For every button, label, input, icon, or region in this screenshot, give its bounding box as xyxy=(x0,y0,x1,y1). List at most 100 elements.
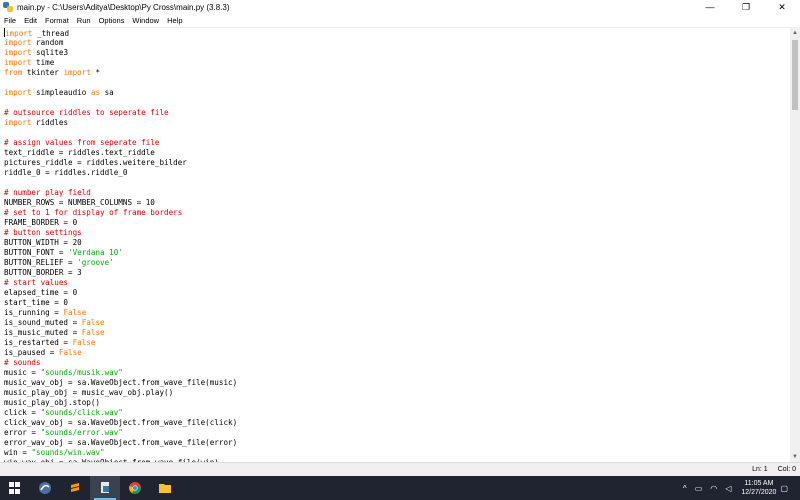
code-line[interactable]: import time xyxy=(4,58,790,68)
code-line[interactable]: # sounds xyxy=(4,358,790,368)
code-line[interactable]: BUTTON_FONT = 'Verdana 10' xyxy=(4,248,790,258)
code-line[interactable]: BUTTON_RELIEF = 'groove' xyxy=(4,258,790,268)
code-line[interactable]: import _thread xyxy=(4,28,790,38)
volume-icon[interactable]: ◁ xyxy=(725,484,731,493)
code-token: # set to 1 for display of frame borders xyxy=(4,208,183,217)
code-token: # button settings xyxy=(4,228,82,237)
maximize-button[interactable]: ❐ xyxy=(728,0,764,14)
code-line[interactable]: import random xyxy=(4,38,790,48)
status-bar: Ln: 1 Col: 0 xyxy=(0,462,800,476)
code-line[interactable]: # set to 1 for display of frame borders xyxy=(4,208,790,218)
code-token: BUTTON_RELIEF = xyxy=(4,258,78,267)
code-token: "sounds/error.wav" xyxy=(40,428,123,437)
menu-window[interactable]: Window xyxy=(128,16,163,25)
menu-format[interactable]: Format xyxy=(41,16,73,25)
code-line[interactable]: is_paused = False xyxy=(4,348,790,358)
code-line[interactable]: # number play field xyxy=(4,188,790,198)
wifi-icon[interactable]: ◠ xyxy=(710,484,717,493)
code-line[interactable]: text_riddle = riddles.text_riddle xyxy=(4,148,790,158)
code-token: 'Verdana 10' xyxy=(68,248,123,257)
code-line[interactable] xyxy=(4,178,790,188)
code-line[interactable]: music = "sounds/musik.wav" xyxy=(4,368,790,378)
code-line[interactable]: elapsed_time = 0 xyxy=(4,288,790,298)
code-line[interactable]: error_wav_obj = sa.WaveObject.from_wave_… xyxy=(4,438,790,448)
code-token: * xyxy=(90,68,101,77)
code-line[interactable]: BUTTON_BORDER = 3 xyxy=(4,268,790,278)
code-line[interactable]: music_wav_obj = sa.WaveObject.from_wave_… xyxy=(4,378,790,388)
code-token: BUTTON_BORDER = 3 xyxy=(4,268,82,277)
line-number: Ln: 1 xyxy=(752,466,768,473)
code-line[interactable]: error = "sounds/error.wav" xyxy=(4,428,790,438)
minimize-button[interactable]: — xyxy=(692,0,728,14)
code-editor[interactable]: import _thread import random import sqlite… xyxy=(0,28,790,462)
code-token: is_music_muted = xyxy=(4,328,82,337)
menu-file[interactable]: File xyxy=(0,16,20,25)
code-line[interactable]: FRAME_BORDER = 0 xyxy=(4,218,790,228)
code-line[interactable]: music_play_obj.stop() xyxy=(4,398,790,408)
code-line[interactable] xyxy=(4,98,790,108)
code-line[interactable]: start_time = 0 xyxy=(4,298,790,308)
code-token: import xyxy=(5,29,33,38)
code-line[interactable] xyxy=(4,128,790,138)
system-tray: ^ ▭ ◠ ◁ 11:05 AM 12/27/2020 ▢ xyxy=(679,476,792,500)
code-token: win = xyxy=(4,448,32,457)
code-text[interactable]: import _thread import random import sqlite… xyxy=(0,28,790,462)
taskbar: ^ ▭ ◠ ◁ 11:05 AM 12/27/2020 ▢ xyxy=(0,476,800,500)
code-line[interactable]: NUMBER_ROWS = NUMBER_COLUMNS = 10 xyxy=(4,198,790,208)
code-line[interactable] xyxy=(4,78,790,88)
code-line[interactable]: win = "sounds/win.wav" xyxy=(4,448,790,458)
scroll-up-arrow-icon[interactable]: ▲ xyxy=(790,28,800,38)
scroll-down-arrow-icon[interactable]: ▼ xyxy=(790,452,800,462)
code-token: music_wav_obj = sa.WaveObject.from_wave_… xyxy=(4,378,238,387)
menu-options[interactable]: Options xyxy=(95,16,129,25)
code-token: # start values xyxy=(4,278,69,287)
code-line[interactable]: import riddles xyxy=(4,118,790,128)
battery-icon[interactable]: ▭ xyxy=(695,484,703,493)
scrollbar-thumb[interactable] xyxy=(792,40,798,110)
folder-icon xyxy=(159,484,171,493)
taskbar-app-chrome[interactable] xyxy=(120,476,150,500)
code-line[interactable]: click_wav_obj = sa.WaveObject.from_wave_… xyxy=(4,418,790,428)
code-line[interactable]: # start values xyxy=(4,278,790,288)
code-line[interactable]: import sqlite3 xyxy=(4,48,790,58)
code-line[interactable]: BUTTON_WIDTH = 20 xyxy=(4,238,790,248)
menu-edit[interactable]: Edit xyxy=(20,16,41,25)
taskbar-app-idle[interactable] xyxy=(90,476,120,500)
code-line[interactable]: is_running = False xyxy=(4,308,790,318)
tray-chevron-icon[interactable]: ^ xyxy=(683,484,687,493)
code-line[interactable]: is_music_muted = False xyxy=(4,328,790,338)
code-line[interactable]: import simpleaudio as sa xyxy=(4,88,790,98)
notifications-icon[interactable]: ▢ xyxy=(780,484,788,493)
document-icon xyxy=(101,482,109,493)
code-line[interactable]: is_restarted = False xyxy=(4,338,790,348)
code-line[interactable]: music_play_obj = music_wav_obj.play() xyxy=(4,388,790,398)
code-line[interactable]: is_sound_muted = False xyxy=(4,318,790,328)
code-line[interactable]: riddle_0 = riddles.riddle_0 xyxy=(4,168,790,178)
app-swirl-icon xyxy=(39,482,51,494)
menu-help[interactable]: Help xyxy=(163,16,186,25)
code-line[interactable]: # button settings xyxy=(4,228,790,238)
code-token: simpleaudio xyxy=(31,88,91,97)
code-line[interactable]: click = "sounds/click.wav" xyxy=(4,408,790,418)
code-token: music = xyxy=(4,368,41,377)
start-button[interactable] xyxy=(0,476,30,500)
taskbar-app-1[interactable] xyxy=(30,476,60,500)
code-token: music_play_obj.stop() xyxy=(4,398,101,407)
taskbar-app-explorer[interactable] xyxy=(150,476,180,500)
code-line[interactable]: from tkinter import * xyxy=(4,68,790,78)
code-token: False xyxy=(72,338,96,347)
code-token: # sounds xyxy=(4,358,41,367)
code-token: False xyxy=(63,308,87,317)
code-line[interactable]: # outsource riddles to seperate file xyxy=(4,108,790,118)
code-token: _thread xyxy=(32,29,70,38)
code-token: click_wav_obj = sa.WaveObject.from_wave_… xyxy=(4,418,238,427)
menu-run[interactable]: Run xyxy=(73,16,95,25)
code-token: is_paused = xyxy=(4,348,59,357)
code-line[interactable]: # assign values from seperate file xyxy=(4,138,790,148)
code-line[interactable]: pictures_riddle = riddles.weitere_bilder xyxy=(4,158,790,168)
code-token: FRAME_BORDER = 0 xyxy=(4,218,78,227)
vertical-scrollbar[interactable]: ▲ ▼ xyxy=(790,28,800,462)
close-button[interactable]: ✕ xyxy=(764,0,800,14)
clock[interactable]: 11:05 AM 12/27/2020 xyxy=(741,479,776,497)
taskbar-app-2[interactable] xyxy=(60,476,90,500)
